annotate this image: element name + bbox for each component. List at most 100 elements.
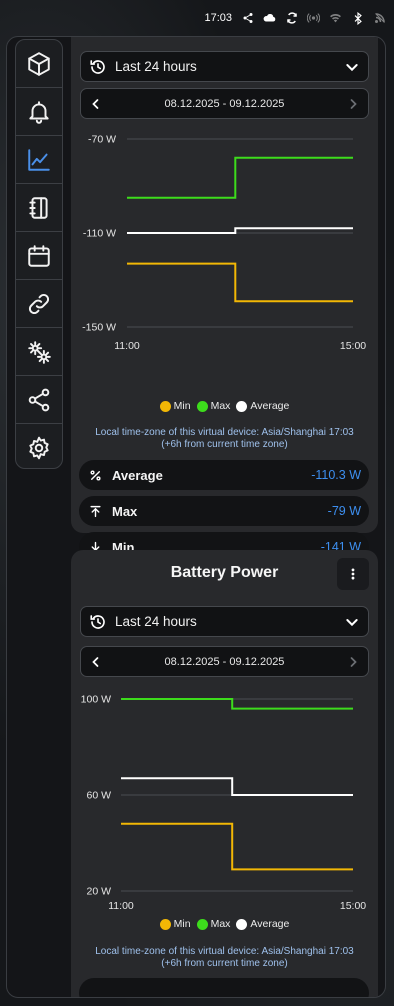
x-tick-label: 11:00 xyxy=(108,900,134,912)
share-icon[interactable] xyxy=(241,12,254,25)
legend-dot-average xyxy=(236,918,248,930)
date-range-navigator: 08.12.2025 - 09.12.2025 xyxy=(80,88,369,119)
legend-label-max: Max xyxy=(210,918,231,930)
chart-card-power: Last 24 hours 08.12.2025 - 09.12.2025 -7… xyxy=(71,37,378,562)
sidebar-item-share[interactable] xyxy=(16,376,62,424)
share-icon xyxy=(28,388,50,411)
legend-dot-min xyxy=(159,918,171,930)
gear-icon xyxy=(29,436,49,460)
series-line-min xyxy=(127,262,353,303)
sidebar-item-settings[interactable] xyxy=(16,424,62,468)
chevron-right-icon xyxy=(350,656,357,667)
sidebar-item-calendar[interactable] xyxy=(16,232,62,280)
gears-icon xyxy=(28,340,51,364)
stat-average[interactable] xyxy=(79,978,369,997)
period-label: Last 24 hours xyxy=(115,614,197,629)
legend-item-min[interactable]: Min xyxy=(159,400,191,412)
percent-icon xyxy=(87,467,103,483)
sidebar xyxy=(15,39,63,469)
timezone-line-1: Local time-zone of this virtual device: … xyxy=(95,946,354,957)
bluetooth-icon[interactable] xyxy=(351,11,364,25)
sidebar-item-links[interactable] xyxy=(16,280,62,328)
y-tick-label: 100 W xyxy=(81,694,111,706)
card-title: Battery Power xyxy=(170,564,279,581)
sidebar-item-alarms[interactable] xyxy=(16,88,62,136)
stat-average-value: -110.3 W xyxy=(311,468,361,482)
prev-range-button[interactable] xyxy=(89,97,103,111)
charts-scroll-area[interactable]: Last 24 hours 08.12.2025 - 09.12.2025 -7… xyxy=(71,37,379,997)
chart-legend: Min Max Average xyxy=(71,400,378,412)
legend-item-max[interactable]: Max xyxy=(196,918,231,930)
stat-average[interactable]: Average -110.3 W xyxy=(79,460,369,490)
clock: 17:03 xyxy=(204,12,232,24)
legend-dot-max xyxy=(196,918,208,930)
x-tick-label: 15:00 xyxy=(340,900,366,912)
chart-card-battery-power: Battery Power Last 24 hours 08.12.2025 -… xyxy=(71,550,378,997)
stat-max-label: Max xyxy=(112,503,138,519)
date-range-label: 08.12.2025 - 09.12.2025 xyxy=(164,655,285,668)
arrow-up-bar-icon xyxy=(87,503,103,519)
more-vertical-icon xyxy=(351,568,355,580)
sidebar-item-devices[interactable] xyxy=(16,40,62,88)
legend-label-average: Average xyxy=(250,400,290,412)
sidebar-item-logbook[interactable] xyxy=(16,184,62,232)
chevron-down-icon xyxy=(346,618,358,626)
sidebar-item-automation[interactable] xyxy=(16,328,62,376)
chart-legend: Min Max Average xyxy=(71,918,378,930)
date-range-label: 08.12.2025 - 09.12.2025 xyxy=(164,97,285,110)
series-line-max xyxy=(127,156,353,199)
stat-max[interactable]: Max -79 W xyxy=(79,496,369,526)
bell-icon xyxy=(29,100,49,124)
series-line-average xyxy=(127,227,353,234)
timezone-note: Local time-zone of this virtual device: … xyxy=(71,427,378,451)
legend-label-min: Min xyxy=(173,400,191,412)
period-label: Last 24 hours xyxy=(115,59,197,74)
legend-item-average[interactable]: Average xyxy=(236,918,289,930)
series-line-min xyxy=(121,822,353,871)
cloud-icon[interactable] xyxy=(263,12,276,25)
x-tick-label: 15:00 xyxy=(340,340,366,352)
rss-icon xyxy=(373,12,386,25)
chevron-left-icon xyxy=(92,656,99,667)
chevron-left-icon xyxy=(92,98,99,109)
legend-label-min: Min xyxy=(173,918,191,930)
y-tick-label: -150 W xyxy=(82,322,116,334)
history-icon xyxy=(90,59,105,74)
period-select[interactable]: Last 24 hours xyxy=(80,51,369,82)
timezone-line-2: (+6h from current time zone) xyxy=(161,439,288,450)
timezone-line-1: Local time-zone of this virtual device: … xyxy=(95,427,354,438)
card-menu-button[interactable] xyxy=(337,558,369,590)
link-icon xyxy=(28,293,50,314)
calendar-icon xyxy=(28,244,50,267)
next-range-button[interactable] xyxy=(346,655,360,669)
series-line-max xyxy=(121,698,353,710)
sync-icon[interactable] xyxy=(285,12,298,25)
next-range-button[interactable] xyxy=(346,97,360,111)
broadcast-icon xyxy=(307,12,320,25)
timezone-line-2: (+6h from current time zone) xyxy=(161,958,288,969)
period-select[interactable]: Last 24 hours xyxy=(80,606,369,637)
legend-item-min[interactable]: Min xyxy=(159,918,191,930)
sidebar-item-charts[interactable] xyxy=(16,136,62,184)
date-range-navigator: 08.12.2025 - 09.12.2025 xyxy=(80,646,369,677)
chart-power: -70 W -110 W -150 W 11:00 15:00 xyxy=(82,134,366,353)
stat-average-label: Average xyxy=(112,467,163,483)
legend-dot-min xyxy=(159,400,171,412)
series-line-average xyxy=(121,777,353,796)
chart-battery-power: 100 W 60 W 20 W 11:00 15:00 xyxy=(81,694,367,913)
y-tick-label: -110 W xyxy=(83,228,116,240)
prev-range-button[interactable] xyxy=(89,655,103,669)
y-tick-label: 60 W xyxy=(86,790,111,802)
legend-dot-average xyxy=(236,400,248,412)
y-tick-label: -70 W xyxy=(88,134,116,146)
notebook-icon xyxy=(29,196,48,219)
stat-max-value: -79 W xyxy=(327,504,361,518)
legend-item-max[interactable]: Max xyxy=(196,400,230,412)
cube-icon xyxy=(28,51,50,76)
history-icon xyxy=(90,614,105,629)
chevron-down-icon xyxy=(346,63,358,71)
legend-item-average[interactable]: Average xyxy=(236,400,289,412)
y-tick-label: 20 W xyxy=(86,886,111,898)
status-bar: 17:03 xyxy=(0,0,394,36)
timezone-note: Local time-zone of this virtual device: … xyxy=(71,946,378,970)
